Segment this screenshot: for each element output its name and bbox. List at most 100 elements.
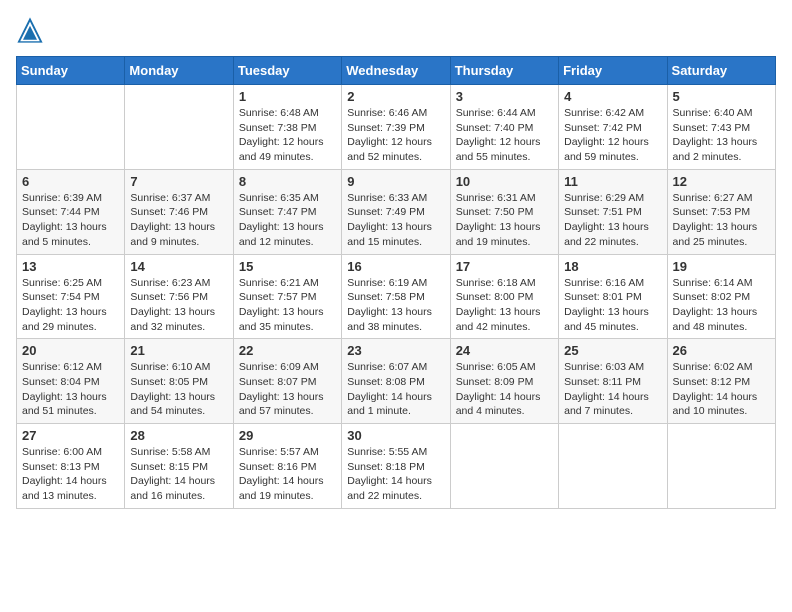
day-info: Sunrise: 6:25 AM Sunset: 7:54 PM Dayligh… [22,276,119,335]
calendar-cell: 21 Sunrise: 6:10 AM Sunset: 8:05 PM Dayli… [125,339,233,424]
calendar-cell: 11 Sunrise: 6:29 AM Sunset: 7:51 PM Dayli… [559,169,667,254]
day-number: 13 [22,259,119,274]
calendar-cell [667,424,775,509]
day-info: Sunrise: 6:00 AM Sunset: 8:13 PM Dayligh… [22,445,119,504]
calendar-cell [125,85,233,170]
day-of-week-header: Monday [125,57,233,85]
day-info: Sunrise: 6:12 AM Sunset: 8:04 PM Dayligh… [22,360,119,419]
day-info: Sunrise: 6:02 AM Sunset: 8:12 PM Dayligh… [673,360,770,419]
day-number: 4 [564,89,661,104]
day-info: Sunrise: 5:58 AM Sunset: 8:15 PM Dayligh… [130,445,227,504]
day-info: Sunrise: 6:44 AM Sunset: 7:40 PM Dayligh… [456,106,553,165]
calendar-cell: 19 Sunrise: 6:14 AM Sunset: 8:02 PM Dayli… [667,254,775,339]
day-number: 8 [239,174,336,189]
calendar-cell: 14 Sunrise: 6:23 AM Sunset: 7:56 PM Dayli… [125,254,233,339]
day-of-week-header: Wednesday [342,57,450,85]
day-number: 28 [130,428,227,443]
page-header [16,16,776,44]
calendar-cell: 27 Sunrise: 6:00 AM Sunset: 8:13 PM Dayli… [17,424,125,509]
calendar-cell: 12 Sunrise: 6:27 AM Sunset: 7:53 PM Dayli… [667,169,775,254]
day-number: 24 [456,343,553,358]
calendar-cell: 2Sunrise: 6:46 AM Sunset: 7:39 PM Daylig… [342,85,450,170]
calendar-cell: 9 Sunrise: 6:33 AM Sunset: 7:49 PM Daylig… [342,169,450,254]
day-info: Sunrise: 6:42 AM Sunset: 7:42 PM Dayligh… [564,106,661,165]
calendar-cell: 17 Sunrise: 6:18 AM Sunset: 8:00 PM Dayli… [450,254,558,339]
day-of-week-header: Tuesday [233,57,341,85]
day-number: 23 [347,343,444,358]
calendar-cell [559,424,667,509]
calendar-cell: 3 Sunrise: 6:44 AM Sunset: 7:40 PM Daylig… [450,85,558,170]
day-of-week-header: Saturday [667,57,775,85]
day-info: Sunrise: 6:16 AM Sunset: 8:01 PM Dayligh… [564,276,661,335]
calendar-week-row: 6 Sunrise: 6:39 AM Sunset: 7:44 PM Daylig… [17,169,776,254]
calendar-week-row: 20 Sunrise: 6:12 AM Sunset: 8:04 PM Dayli… [17,339,776,424]
calendar-cell [450,424,558,509]
day-number: 17 [456,259,553,274]
calendar-table: SundayMondayTuesdayWednesdayThursdayFrid… [16,56,776,509]
day-number: 26 [673,343,770,358]
calendar-cell: 4 Sunrise: 6:42 AM Sunset: 7:42 PM Daylig… [559,85,667,170]
day-info: Sunrise: 6:29 AM Sunset: 7:51 PM Dayligh… [564,191,661,250]
calendar-cell: 5 Sunrise: 6:40 AM Sunset: 7:43 PM Daylig… [667,85,775,170]
calendar-cell: 8 Sunrise: 6:35 AM Sunset: 7:47 PM Daylig… [233,169,341,254]
day-info: Sunrise: 6:39 AM Sunset: 7:44 PM Dayligh… [22,191,119,250]
day-number: 9 [347,174,444,189]
calendar-cell: 1Sunrise: 6:48 AM Sunset: 7:38 PM Daylig… [233,85,341,170]
day-info: Sunrise: 6:18 AM Sunset: 8:00 PM Dayligh… [456,276,553,335]
day-info: Sunrise: 6:33 AM Sunset: 7:49 PM Dayligh… [347,191,444,250]
day-of-week-header: Sunday [17,57,125,85]
day-info: Sunrise: 6:19 AM Sunset: 7:58 PM Dayligh… [347,276,444,335]
calendar-week-row: 13 Sunrise: 6:25 AM Sunset: 7:54 PM Dayli… [17,254,776,339]
day-number: 11 [564,174,661,189]
day-number: 15 [239,259,336,274]
day-info: Sunrise: 6:14 AM Sunset: 8:02 PM Dayligh… [673,276,770,335]
day-number: 27 [22,428,119,443]
day-number: 14 [130,259,227,274]
calendar-cell: 16 Sunrise: 6:19 AM Sunset: 7:58 PM Dayli… [342,254,450,339]
calendar-cell: 6 Sunrise: 6:39 AM Sunset: 7:44 PM Daylig… [17,169,125,254]
day-number: 2 [347,89,444,104]
day-number: 5 [673,89,770,104]
calendar-cell: 26 Sunrise: 6:02 AM Sunset: 8:12 PM Dayli… [667,339,775,424]
day-number: 12 [673,174,770,189]
day-info: Sunrise: 6:23 AM Sunset: 7:56 PM Dayligh… [130,276,227,335]
calendar-cell: 28 Sunrise: 5:58 AM Sunset: 8:15 PM Dayli… [125,424,233,509]
calendar-header-row: SundayMondayTuesdayWednesdayThursdayFrid… [17,57,776,85]
calendar-cell: 15Sunrise: 6:21 AM Sunset: 7:57 PM Dayli… [233,254,341,339]
day-info: Sunrise: 6:31 AM Sunset: 7:50 PM Dayligh… [456,191,553,250]
calendar-cell: 22Sunrise: 6:09 AM Sunset: 8:07 PM Dayli… [233,339,341,424]
day-info: Sunrise: 6:27 AM Sunset: 7:53 PM Dayligh… [673,191,770,250]
calendar-cell [17,85,125,170]
calendar-week-row: 1Sunrise: 6:48 AM Sunset: 7:38 PM Daylig… [17,85,776,170]
day-info: Sunrise: 6:35 AM Sunset: 7:47 PM Dayligh… [239,191,336,250]
day-info: Sunrise: 6:10 AM Sunset: 8:05 PM Dayligh… [130,360,227,419]
day-number: 30 [347,428,444,443]
day-info: Sunrise: 6:05 AM Sunset: 8:09 PM Dayligh… [456,360,553,419]
day-info: Sunrise: 6:40 AM Sunset: 7:43 PM Dayligh… [673,106,770,165]
calendar-cell: 20 Sunrise: 6:12 AM Sunset: 8:04 PM Dayli… [17,339,125,424]
day-number: 7 [130,174,227,189]
day-number: 21 [130,343,227,358]
calendar-cell: 13 Sunrise: 6:25 AM Sunset: 7:54 PM Dayli… [17,254,125,339]
calendar-cell: 7Sunrise: 6:37 AM Sunset: 7:46 PM Daylig… [125,169,233,254]
day-number: 6 [22,174,119,189]
day-number: 25 [564,343,661,358]
day-number: 10 [456,174,553,189]
calendar-cell: 25 Sunrise: 6:03 AM Sunset: 8:11 PM Dayli… [559,339,667,424]
calendar-cell: 29Sunrise: 5:57 AM Sunset: 8:16 PM Dayli… [233,424,341,509]
logo [16,16,48,44]
day-info: Sunrise: 5:55 AM Sunset: 8:18 PM Dayligh… [347,445,444,504]
calendar-cell: 18 Sunrise: 6:16 AM Sunset: 8:01 PM Dayli… [559,254,667,339]
logo-icon [16,16,44,44]
day-of-week-header: Friday [559,57,667,85]
day-number: 18 [564,259,661,274]
day-info: Sunrise: 6:09 AM Sunset: 8:07 PM Dayligh… [239,360,336,419]
calendar-cell: 10 Sunrise: 6:31 AM Sunset: 7:50 PM Dayli… [450,169,558,254]
day-number: 3 [456,89,553,104]
day-info: Sunrise: 6:03 AM Sunset: 8:11 PM Dayligh… [564,360,661,419]
day-info: Sunrise: 6:07 AM Sunset: 8:08 PM Dayligh… [347,360,444,419]
day-number: 19 [673,259,770,274]
day-number: 16 [347,259,444,274]
day-info: Sunrise: 5:57 AM Sunset: 8:16 PM Dayligh… [239,445,336,504]
day-number: 20 [22,343,119,358]
